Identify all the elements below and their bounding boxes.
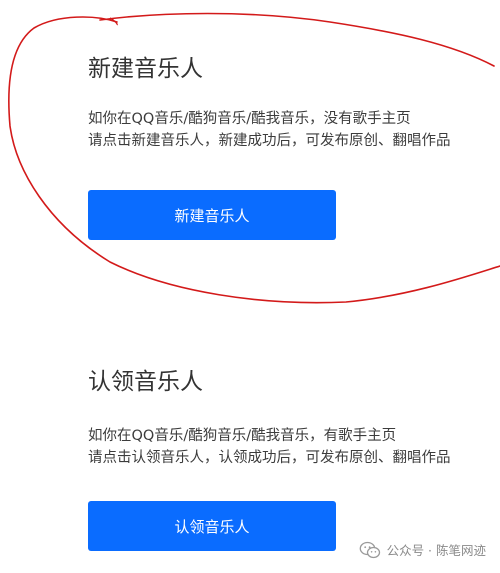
claim-artist-section: 认领音乐人 如你在QQ音乐/酷狗音乐/酷我音乐，有歌手主页 请点击认领音乐人，认… (88, 365, 500, 551)
new-artist-title: 新建音乐人 (88, 56, 203, 82)
watermark: 公众号 · 陈笔网迹 (359, 540, 486, 559)
claim-artist-desc-line-1: 如你在QQ音乐/酷狗音乐/酷我音乐，有歌手主页 (88, 428, 397, 444)
claim-artist-desc-line-2: 请点击认领音乐人，认领成功后，可发布原创、翻唱作品 (88, 450, 451, 466)
new-artist-desc-line-2: 请点击新建音乐人，新建成功后，可发布原创、翻唱作品 (88, 133, 451, 149)
new-artist-description: 如你在QQ音乐/酷狗音乐/酷我音乐，没有歌手主页 请点击新建音乐人，新建成功后，… (88, 108, 500, 152)
claim-artist-description: 如你在QQ音乐/酷狗音乐/酷我音乐，有歌手主页 请点击认领音乐人，认领成功后，可… (88, 425, 500, 469)
watermark-text: 公众号 · 陈笔网迹 (386, 543, 486, 558)
new-artist-section: 新建音乐人 如你在QQ音乐/酷狗音乐/酷我音乐，没有歌手主页 请点击新建音乐人，… (88, 52, 500, 240)
new-artist-desc-line-1: 如你在QQ音乐/酷狗音乐/酷我音乐，没有歌手主页 (88, 111, 411, 127)
annotation-tail (109, 17, 118, 26)
new-artist-button[interactable]: 新建音乐人 (88, 190, 336, 240)
wechat-icon (359, 541, 381, 559)
claim-artist-title: 认领音乐人 (88, 369, 203, 395)
claim-artist-button[interactable]: 认领音乐人 (88, 501, 336, 551)
